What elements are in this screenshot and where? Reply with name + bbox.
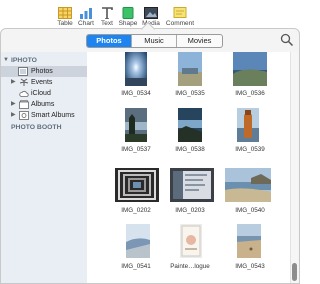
sidebar-header-photo-booth[interactable]: PHOTO BOOTH (1, 122, 87, 133)
photo-label: IMG_0537 (121, 146, 151, 153)
smart-albums-icon (19, 111, 29, 120)
text-icon (102, 7, 113, 19)
table-icon (58, 7, 72, 19)
media-tabs: Photos Music Movies (86, 34, 223, 48)
photo-label: IMG_0541 (121, 263, 151, 270)
photo-thumbnail[interactable] (225, 168, 271, 202)
tab-photos[interactable]: Photos (87, 35, 132, 47)
vertical-scrollbar[interactable] (290, 52, 298, 283)
photo-thumbnail[interactable] (125, 108, 147, 142)
photo-thumbnail[interactable] (178, 108, 202, 142)
photo-thumbnail[interactable] (180, 224, 202, 258)
sidebar-item-smart-albums[interactable]: ▶ Smart Albums (1, 110, 87, 121)
photo-thumbnail[interactable] (126, 224, 150, 258)
sidebar-header-iphoto[interactable]: ▼ IPHOTO (1, 55, 87, 66)
photo-thumbnail[interactable] (233, 52, 267, 86)
photo-label: IMG_0543 (235, 263, 265, 270)
shape-icon (122, 7, 134, 19)
toolbar-comment-label: Comment (165, 20, 195, 27)
comment-icon (173, 7, 187, 18)
photo-label: IMG_0536 (235, 90, 265, 97)
sidebar-item-icloud[interactable]: iCloud (1, 88, 87, 99)
photo-label: IMG_0535 (175, 90, 205, 97)
photo-thumbnail[interactable] (170, 168, 214, 202)
photo-label: IMG_0540 (235, 207, 265, 214)
disclosure-open-icon: ▼ (3, 57, 9, 63)
photo-thumbnail[interactable] (178, 52, 202, 86)
photo-label: IMG_0538 (175, 146, 205, 153)
sidebar-item-events[interactable]: ▶ Events (1, 77, 87, 88)
search-icon[interactable] (280, 33, 294, 47)
disclosure-closed-icon[interactable]: ▶ (11, 110, 16, 121)
events-icon (19, 78, 29, 86)
albums-icon (19, 100, 29, 109)
photos-icon (18, 67, 28, 76)
disclosure-closed-icon[interactable]: ▶ (11, 99, 16, 110)
scrollbar-thumb[interactable] (292, 263, 297, 281)
sidebar: ▼ IPHOTO Photos ▶ Events iCloud ▶ Albums… (1, 52, 87, 283)
chart-icon (80, 8, 92, 19)
tab-music[interactable]: Music (132, 35, 177, 47)
photo-label: Painte…logue (170, 263, 210, 270)
tab-movies[interactable]: Movies (177, 35, 222, 47)
toolbar-comment-button[interactable]: Comment (165, 1, 195, 28)
photo-label: IMG_0534 (121, 90, 151, 97)
photo-label: IMG_0202 (121, 207, 151, 214)
sidebar-item-albums[interactable]: ▶ Albums (1, 99, 87, 110)
photo-thumbnail[interactable] (125, 52, 147, 86)
media-icon (144, 7, 158, 19)
photo-label: IMG_0203 (175, 207, 205, 214)
photo-thumbnail[interactable] (237, 224, 261, 258)
photo-label: IMG_0539 (235, 146, 265, 153)
photo-thumbnail[interactable] (115, 168, 159, 202)
photo-thumbnail[interactable] (237, 108, 259, 142)
photo-grid: IMG_0534 IMG_0535 IMG_0536 IMG_0537 IMG_… (87, 52, 294, 283)
icloud-icon (19, 90, 29, 97)
disclosure-closed-icon[interactable]: ▶ (11, 77, 16, 88)
sidebar-item-photos[interactable]: Photos (1, 66, 87, 77)
